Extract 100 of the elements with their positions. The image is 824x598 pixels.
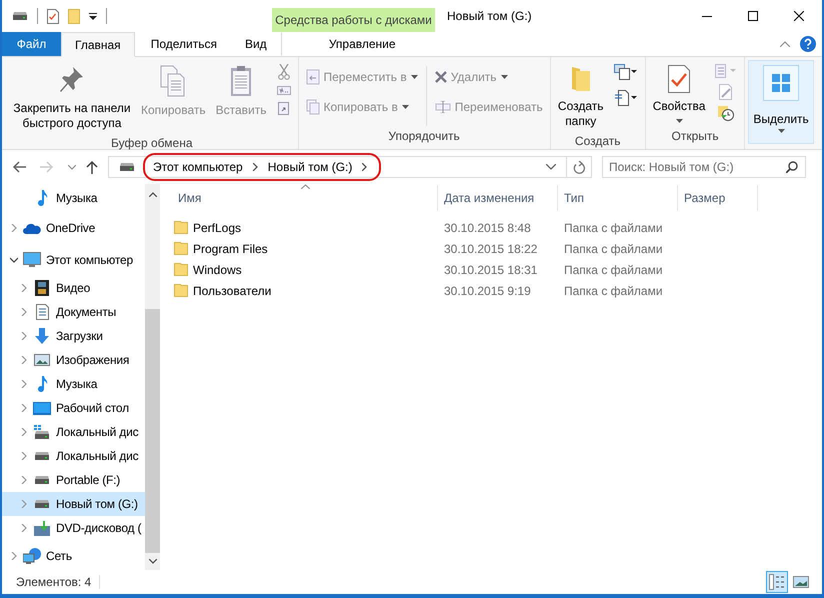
- folder-icon: [174, 221, 188, 234]
- ribbon-tab[interactable]: Поделиться: [136, 32, 231, 56]
- navigation-item[interactable]: DVD-дисковод (: [2, 516, 145, 540]
- expand-chevron-icon[interactable]: [10, 224, 18, 232]
- file-name[interactable]: PerfLogs: [193, 220, 242, 234]
- copy-pages-icon: [160, 65, 186, 97]
- group-label: Буфер обмена: [110, 136, 194, 150]
- recent-locations-icon[interactable]: [68, 164, 76, 170]
- breadcrumb-item[interactable]: Этот компьютер: [153, 160, 243, 174]
- scrollbar[interactable]: [145, 184, 160, 570]
- landscape-image-icon: [793, 576, 809, 588]
- navigation-item[interactable]: Музыка: [2, 184, 145, 212]
- expand-chevron-icon[interactable]: [20, 284, 28, 292]
- navigation-item[interactable]: Рабочий стол: [2, 396, 145, 420]
- up-arrow-icon[interactable]: [86, 160, 98, 174]
- navigation-item[interactable]: Локальный дис: [2, 420, 145, 444]
- file-name[interactable]: Program Files: [193, 242, 268, 256]
- new-folder-icon[interactable]: [68, 8, 80, 24]
- drive-icon: [34, 500, 50, 508]
- expand-chevron-icon[interactable]: [20, 476, 28, 484]
- down-arrow-icon: [35, 328, 49, 344]
- folder-icon: [174, 284, 188, 297]
- properties-checkmark-icon[interactable]: [47, 8, 59, 24]
- open-list-icon[interactable]: [715, 64, 738, 78]
- collapse-ribbon-icon[interactable]: [780, 41, 790, 47]
- copy-to-icon: [306, 99, 320, 115]
- collapse-chevron-icon[interactable]: [10, 256, 18, 264]
- navigation-item[interactable]: OneDrive: [2, 212, 145, 244]
- expand-chevron-icon[interactable]: [20, 452, 28, 460]
- ribbon-tab[interactable]: Управление: [280, 32, 444, 56]
- address-field[interactable]: Этот компьютер Новый том (G:): [108, 156, 592, 178]
- navigation-item[interactable]: Новый том (G:): [2, 492, 145, 516]
- expand-chevron-icon[interactable]: [20, 356, 28, 364]
- pin-to-quick-access-button[interactable]: Закрепить на панели быстрого доступа: [9, 60, 135, 136]
- column-header[interactable]: Тип: [558, 185, 678, 211]
- search-icon: [786, 161, 798, 173]
- easy-access-icon[interactable]: [614, 90, 638, 106]
- expand-chevron-icon[interactable]: [20, 500, 28, 508]
- copy-path-icon[interactable]: [276, 86, 290, 95]
- drive-with-windows-logo-icon: [34, 425, 50, 439]
- navigation-item[interactable]: Этот компьютер: [2, 244, 145, 276]
- breadcrumb-chevron-icon[interactable]: [362, 163, 368, 171]
- dropdown-caret-icon: [500, 75, 508, 79]
- navigation-item[interactable]: Музыка: [2, 372, 145, 396]
- customize-dropdown-icon[interactable]: [89, 12, 97, 20]
- ribbon-tab[interactable]: Файл: [2, 32, 61, 56]
- navigation-item[interactable]: Изображения: [2, 348, 145, 372]
- window-title: Новый том (G:): [446, 8, 532, 25]
- breadcrumb-item[interactable]: Новый том (G:): [268, 160, 352, 174]
- drive-icon: [34, 452, 50, 460]
- column-header[interactable]: Дата изменения: [438, 185, 558, 211]
- navigation-item[interactable]: Документы: [2, 300, 145, 324]
- scroll-up-icon[interactable]: [148, 192, 156, 197]
- expand-chevron-icon[interactable]: [20, 524, 28, 532]
- back-arrow-icon[interactable]: [12, 161, 26, 173]
- history-clock-icon[interactable]: [718, 106, 734, 121]
- new-folder-button[interactable]: Создать папку: [554, 60, 608, 134]
- new-item-icon[interactable]: [614, 64, 638, 80]
- help-icon[interactable]: [800, 36, 816, 52]
- music-note-icon: [36, 190, 48, 206]
- drive-icon: [12, 12, 28, 20]
- landscape-image-icon: [34, 354, 50, 366]
- column-header[interactable]: Имя: [172, 185, 438, 211]
- grid-select-icon: [763, 65, 800, 101]
- expand-chevron-icon[interactable]: [20, 428, 28, 436]
- dropdown-caret-icon: [402, 105, 409, 109]
- history-dropdown-icon[interactable]: [546, 164, 556, 170]
- ribbon-tab[interactable]: Вид: [230, 32, 281, 56]
- search-field[interactable]: Поиск: Новый том (G:): [602, 156, 806, 178]
- column-header[interactable]: Размер: [678, 185, 758, 211]
- network-globe-icon: [23, 548, 41, 564]
- item-count: Элементов: 4: [16, 575, 92, 589]
- navigation-item[interactable]: Portable (F:): [2, 468, 145, 492]
- desktop-icon: [33, 402, 51, 414]
- monitor-icon: [23, 252, 41, 268]
- navigation-item[interactable]: Загрузки: [2, 324, 145, 348]
- folder-icon: [174, 242, 188, 255]
- expand-chevron-icon[interactable]: [20, 380, 28, 388]
- file-name[interactable]: Windows: [193, 262, 242, 276]
- properties-button[interactable]: Свойства: [648, 60, 710, 128]
- expand-chevron-icon[interactable]: [20, 332, 28, 340]
- select-button[interactable]: Выделить: [748, 60, 814, 144]
- date-cell: 30.10.2015 18:31: [444, 262, 538, 276]
- expand-chevron-icon[interactable]: [20, 308, 28, 316]
- breadcrumb-chevron-icon[interactable]: [252, 163, 258, 171]
- refresh-icon[interactable]: [573, 160, 585, 174]
- music-note-icon: [36, 376, 48, 392]
- navigation-item[interactable]: Локальный дис: [2, 444, 145, 468]
- details-view-button[interactable]: [766, 571, 788, 593]
- expand-chevron-icon[interactable]: [20, 404, 28, 412]
- file-name[interactable]: Пользователи: [193, 284, 272, 298]
- expand-chevron-icon[interactable]: [10, 552, 18, 560]
- paste-shortcut-icon[interactable]: [278, 101, 289, 115]
- film-icon: [35, 280, 49, 296]
- navigation-item[interactable]: Сеть: [2, 540, 145, 570]
- scissors-icon[interactable]: [278, 64, 290, 80]
- scroll-down-icon[interactable]: [148, 559, 156, 564]
- ribbon-tab[interactable]: Главная: [61, 32, 135, 57]
- edit-pencil-icon[interactable]: [719, 84, 734, 100]
- navigation-item[interactable]: Видео: [2, 276, 145, 300]
